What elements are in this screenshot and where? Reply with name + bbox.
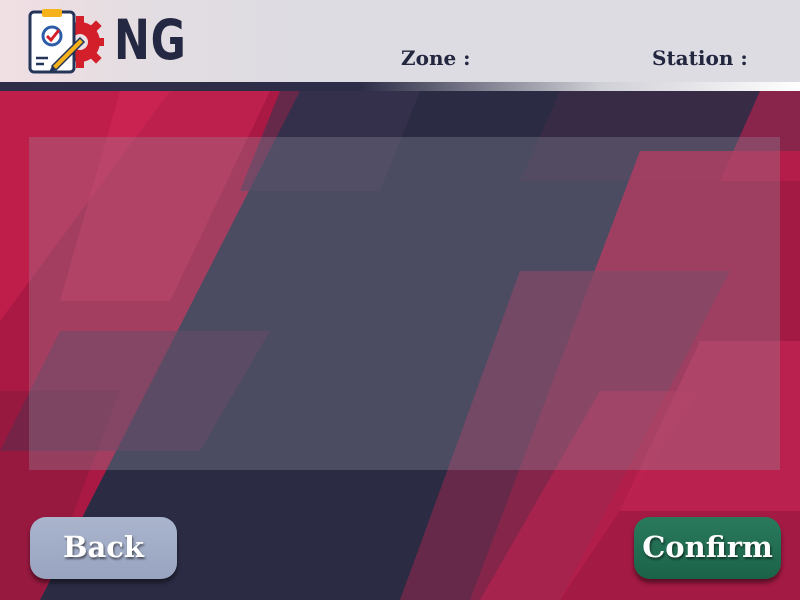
back-button[interactable]: Back — [30, 517, 177, 579]
header-divider — [0, 82, 800, 91]
content-panel — [29, 137, 780, 470]
checklist-gear-icon — [28, 9, 104, 74]
zone-label: Zone : — [401, 46, 471, 70]
app-name: NG — [114, 8, 187, 72]
station-label: Station : — [652, 46, 748, 70]
app-screen: NG Zone : Station : Back Confirm — [0, 0, 800, 600]
confirm-button[interactable]: Confirm — [634, 517, 781, 579]
top-header: NG Zone : Station : — [0, 0, 800, 83]
